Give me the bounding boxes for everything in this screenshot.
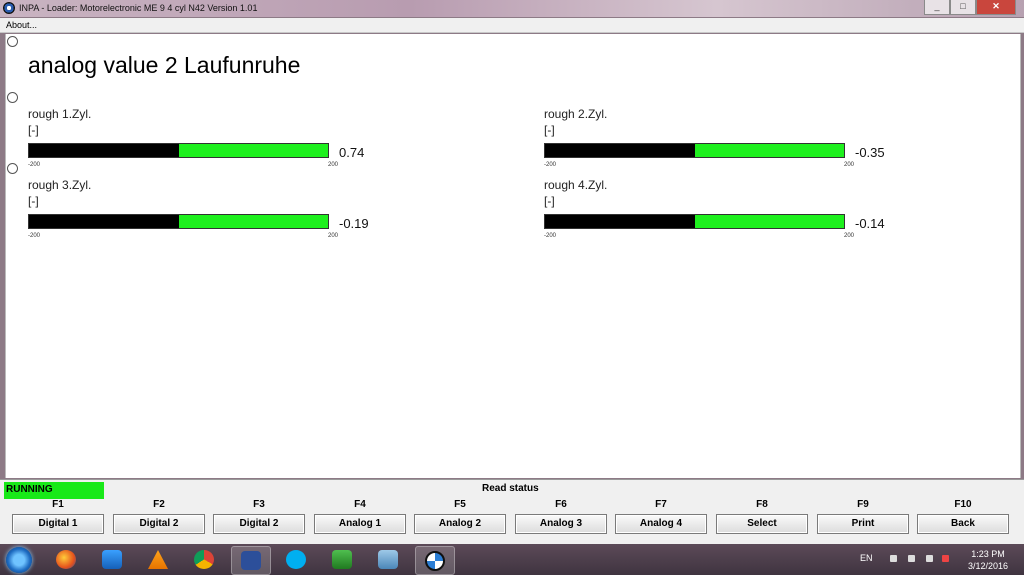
- save-icon[interactable]: [231, 546, 271, 575]
- fkey-f6: F6 Analog 3: [515, 499, 607, 534]
- fkey-f2: F2 Digital 2: [113, 499, 205, 534]
- meter-unit: [-]: [544, 194, 555, 208]
- meter-bar: [544, 143, 845, 158]
- meter-max: 200: [328, 233, 339, 239]
- meter-max: 200: [844, 162, 855, 168]
- e-app-icon[interactable]: [323, 546, 361, 573]
- page-title: analog value 2 Laufunruhe: [28, 52, 301, 78]
- back-button[interactable]: Back: [917, 514, 1009, 534]
- analog-2-button[interactable]: Analog 2: [414, 514, 506, 534]
- status-message: Read status: [482, 483, 539, 494]
- fkey-label: F8: [756, 499, 768, 510]
- fkey-label: F5: [454, 499, 466, 510]
- fkey-label: F4: [354, 499, 366, 510]
- speaker-icon[interactable]: [908, 555, 915, 562]
- fkey-f8: F8 Select: [716, 499, 808, 534]
- taskbar: EN 1:23 PM 3/12/2016: [0, 544, 1024, 575]
- meter-min: -200: [544, 162, 557, 168]
- meter-label: rough 2.Zyl.: [544, 107, 608, 121]
- clock-date: 3/12/2016: [967, 561, 1009, 571]
- status-badge: RUNNING: [4, 482, 104, 499]
- meter-cylinder-4: rough 4.Zyl. [-] -0.14 -200 200: [544, 178, 885, 298]
- menu-bar: About...: [0, 18, 1024, 33]
- fkey-label: F3: [253, 499, 265, 510]
- meter-bar: [28, 214, 329, 229]
- skype-icon[interactable]: [277, 546, 315, 573]
- fkey-f3: F3 Digital 2: [213, 499, 305, 534]
- language-indicator[interactable]: EN: [860, 553, 873, 563]
- meter-label: rough 1.Zyl.: [28, 107, 92, 121]
- fkey-f9: F9 Print: [817, 499, 909, 534]
- fkey-label: F6: [555, 499, 567, 510]
- analog-1-button[interactable]: Analog 1: [314, 514, 406, 534]
- fkey-label: F7: [655, 499, 667, 510]
- meter-max: 200: [844, 233, 855, 239]
- digital-1-button[interactable]: Digital 1: [12, 514, 104, 534]
- meter-fill: [29, 215, 179, 228]
- status-panel: RUNNING Read status F1 Digital 1 F2 Digita…: [0, 479, 1024, 545]
- menu-about[interactable]: About...: [6, 20, 37, 30]
- battery-icon[interactable]: [926, 555, 933, 562]
- app-icon: [3, 2, 15, 14]
- window-title: INPA - Loader: Motorelectronic ME 9 4 cy…: [19, 3, 258, 13]
- meter-min: -200: [28, 233, 41, 239]
- fkey-label: F1: [52, 499, 64, 510]
- clock-time: 1:23 PM: [971, 549, 1005, 559]
- fkey-label: F9: [857, 499, 869, 510]
- fkey-f4: F4 Analog 1: [314, 499, 406, 534]
- meter-unit: [-]: [544, 123, 555, 137]
- meter-max: 200: [328, 162, 339, 168]
- print-button[interactable]: Print: [817, 514, 909, 534]
- meter-bar: [28, 143, 329, 158]
- meter-value: -0.35: [855, 145, 885, 160]
- start-button[interactable]: [6, 547, 32, 573]
- digital-2-button[interactable]: Digital 2: [113, 514, 205, 534]
- meter-bar: [544, 214, 845, 229]
- meter-value: -0.19: [339, 216, 369, 231]
- meter-min: -200: [28, 162, 41, 168]
- meter-label: rough 4.Zyl.: [544, 178, 608, 192]
- radio-option-2[interactable]: [7, 92, 18, 103]
- digital-2b-button[interactable]: Digital 2: [213, 514, 305, 534]
- fkey-f1: F1 Digital 1: [12, 499, 104, 534]
- client-area: analog value 2 Laufunruhe rough 1.Zyl. […: [5, 34, 1021, 478]
- fkey-f7: F7 Analog 4: [615, 499, 707, 534]
- meter-cylinder-3: rough 3.Zyl. [-] -0.19 -200 200: [28, 178, 369, 298]
- maximize-button[interactable]: □: [950, 0, 976, 15]
- meter-unit: [-]: [28, 123, 39, 137]
- fkey-label: F10: [954, 499, 972, 510]
- fkey-label: F2: [153, 499, 165, 510]
- radio-option-3[interactable]: [7, 163, 18, 174]
- vlc-icon[interactable]: [139, 546, 177, 573]
- media-player-icon[interactable]: [93, 546, 131, 573]
- remote-desktop-icon[interactable]: [369, 546, 407, 573]
- fkey-f10: F10 Back: [917, 499, 1009, 534]
- analog-4-button[interactable]: Analog 4: [615, 514, 707, 534]
- network-icon[interactable]: [942, 555, 949, 562]
- meter-fill: [545, 144, 695, 157]
- meter-min: -200: [544, 233, 557, 239]
- meter-fill: [29, 144, 179, 157]
- fkey-f5: F5 Analog 2: [414, 499, 506, 534]
- minimize-button[interactable]: _: [924, 0, 950, 15]
- chrome-icon[interactable]: [185, 546, 223, 573]
- meter-value: -0.14: [855, 216, 885, 231]
- close-button[interactable]: ✕: [976, 0, 1016, 15]
- bmw-icon[interactable]: [415, 546, 455, 575]
- meter-label: rough 3.Zyl.: [28, 178, 92, 192]
- select-button[interactable]: Select: [716, 514, 808, 534]
- meter-fill: [545, 215, 695, 228]
- meter-value: 0.74: [339, 145, 365, 160]
- firefox-icon[interactable]: [47, 546, 85, 573]
- radio-option-1[interactable]: [7, 36, 18, 47]
- meter-unit: [-]: [28, 194, 39, 208]
- tray-arrow-icon[interactable]: [890, 555, 897, 562]
- analog-3-button[interactable]: Analog 3: [515, 514, 607, 534]
- taskbar-clock[interactable]: 1:23 PM 3/12/2016: [960, 548, 1016, 572]
- window-titlebar: INPA - Loader: Motorelectronic ME 9 4 cy…: [0, 0, 1024, 17]
